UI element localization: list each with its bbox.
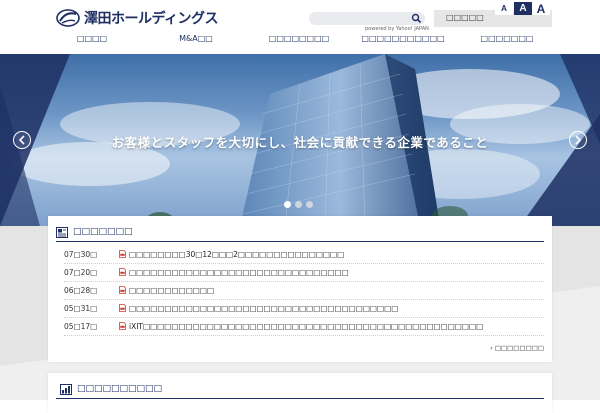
news-divider (56, 241, 544, 242)
search-icon[interactable] (411, 13, 422, 24)
nav-item-1[interactable]: □□□□ (77, 34, 107, 43)
news-header: □□□□□□□ (56, 224, 133, 240)
news-link[interactable]: □□□□□□□□□□□□□□□□□□□□□□□□□□□□□□□ (129, 268, 349, 277)
nav-item-4[interactable]: □□□□□□□□□□□ (361, 34, 444, 43)
news-item: 05□17□ iXIT□□□□□□□□□□□□□□□□□□□□□□□□□□□□□… (64, 318, 544, 336)
site-header: 澤田ホールディングス powered by Yahoo! JAPAN □□□□□… (0, 0, 600, 54)
pdf-icon (119, 250, 126, 258)
news-more-link[interactable]: › □□□□□□□□ (490, 344, 544, 352)
nav-item-5[interactable]: □□□□□□□ (481, 34, 534, 43)
news-date: 07□20□ (64, 268, 98, 277)
news-icon (56, 226, 68, 238)
slider-prev-button[interactable] (13, 131, 31, 149)
pdf-icon (119, 286, 126, 294)
search-input[interactable] (315, 13, 411, 24)
news-item: 06□28□ □□□□□□□□□□□□ (64, 282, 544, 300)
news-item: 07□30□ □□□□□□□□30□12□□□2□□□□□□□□□□□□□□□ (64, 246, 544, 264)
font-size-label: □□□□□ (446, 13, 484, 22)
news-panel: □□□□□□□ 07□30□ □□□□□□□□30□12□□□2□□□□□□□□… (48, 216, 552, 362)
ir-title: □□□□□□□□□□ (77, 384, 163, 394)
search-box (309, 12, 425, 25)
slider-dot-2[interactable] (295, 201, 302, 208)
company-logo[interactable]: 澤田ホールディングス (56, 7, 219, 29)
hero-slider: お客様とスタッフを大切にし、社会に貢献できる企業であること (0, 54, 600, 226)
ir-panel: □□□□□□□□□□ (48, 373, 552, 413)
news-date: 05□31□ (64, 304, 98, 313)
ir-header: □□□□□□□□□□ (60, 382, 162, 396)
font-size-large-button[interactable]: A (532, 2, 550, 16)
news-link[interactable]: □□□□□□□□□□□□ (129, 286, 214, 295)
news-item: 05□31□ □□□□□□□□□□□□□□□□□□□□□□□□□□□□□□□□□… (64, 300, 544, 318)
logo-text: 澤田ホールディングス (84, 11, 219, 27)
global-nav: □□□□ M&A□□ □□□□□□□□ □□□□□□□□□□□ □□□□□□□ (0, 32, 600, 50)
news-date: 07□30□ (64, 250, 98, 259)
chevron-right-icon (575, 135, 582, 145)
slider-dots (284, 201, 313, 208)
news-date: 06□28□ (64, 286, 98, 295)
news-link[interactable]: iXIT□□□□□□□□□□□□□□□□□□□□□□□□□□□□□□□□□□□□… (129, 322, 483, 331)
nav-item-ma[interactable]: M&A□□ (179, 34, 213, 43)
ir-divider (56, 398, 544, 399)
chevron-right-icon: › (490, 344, 493, 352)
pdf-icon (119, 304, 126, 312)
news-more-label: □□□□□□□□ (494, 344, 544, 352)
pdf-icon (119, 268, 126, 276)
hero-caption: お客様とスタッフを大切にし、社会に貢献できる企業であること (111, 135, 489, 150)
chevron-left-icon (18, 135, 25, 145)
slider-dot-1[interactable] (284, 201, 291, 208)
news-date: 05□17□ (64, 322, 98, 331)
font-size-medium-button[interactable]: A (514, 2, 532, 15)
slider-next-button[interactable] (569, 131, 587, 149)
font-size-small-button[interactable]: A (495, 2, 513, 15)
logo-mark-icon (56, 9, 80, 27)
news-link[interactable]: □□□□□□□□30□12□□□2□□□□□□□□□□□□□□□ (129, 250, 344, 259)
pdf-icon (119, 322, 126, 330)
nav-item-3[interactable]: □□□□□□□□ (269, 34, 329, 43)
chart-icon (60, 383, 72, 395)
news-link[interactable]: □□□□□□□□□□□□□□□□□□□□□□□□□□□□□□□□□□□□□□ (129, 304, 398, 313)
news-item: 07□20□ □□□□□□□□□□□□□□□□□□□□□□□□□□□□□□□ (64, 264, 544, 282)
news-title: □□□□□□□ (73, 227, 133, 237)
slider-dot-3[interactable] (306, 201, 313, 208)
